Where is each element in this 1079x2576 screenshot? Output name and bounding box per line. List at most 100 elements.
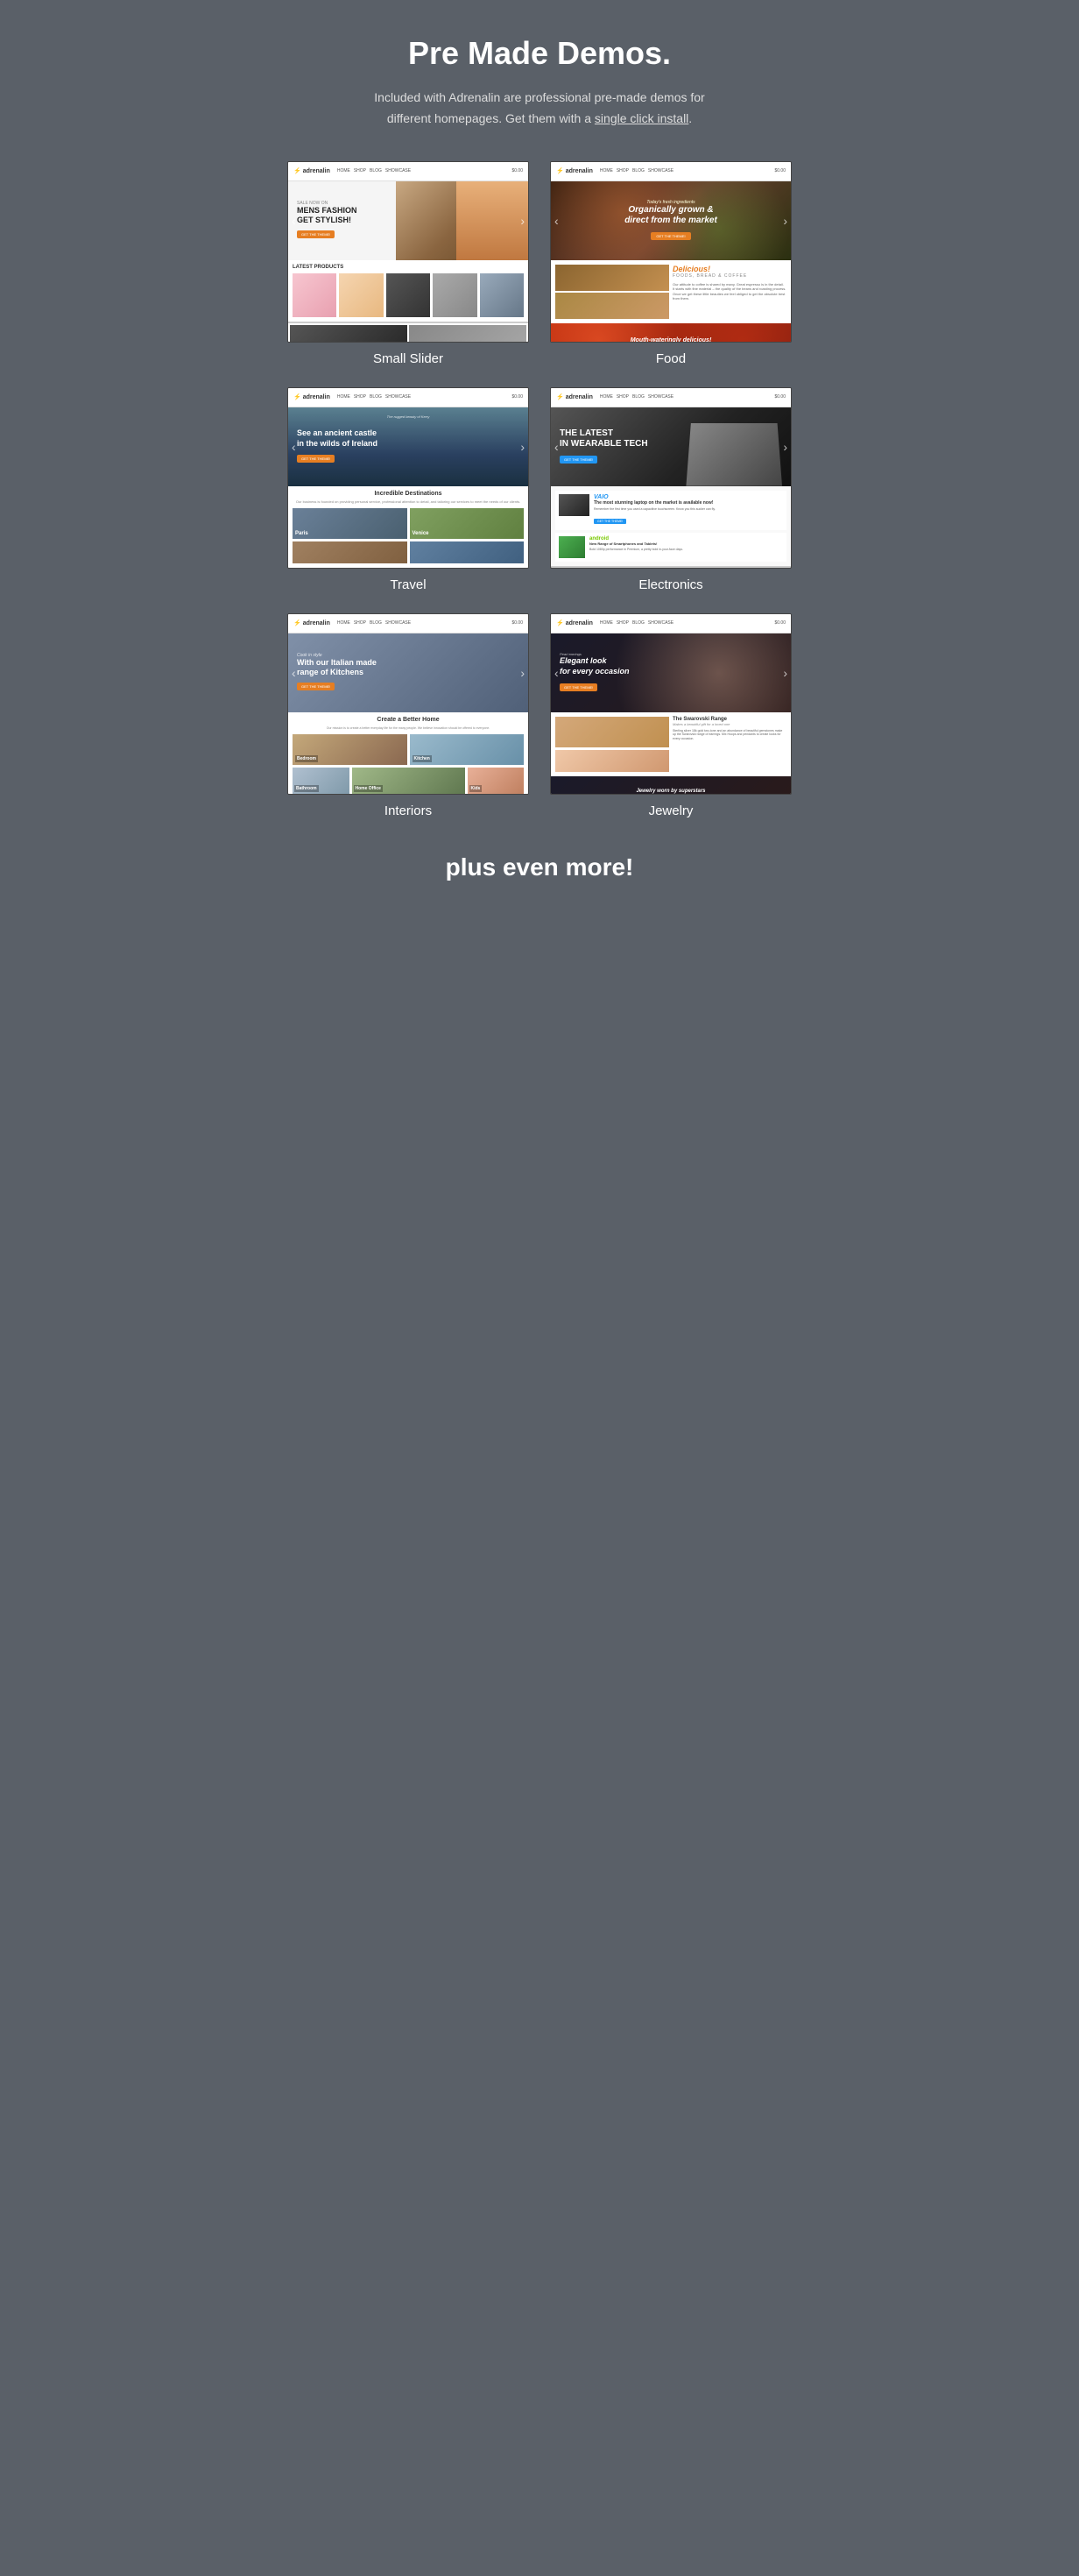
interiors-hero-text: Cook in style With our Italian maderange…	[297, 653, 377, 693]
travel-dest-item1[interactable]	[293, 541, 407, 563]
travel-destinations: Incredible Destinations Our business is …	[288, 486, 528, 568]
demos-grid: ⚡ adrenalin HOME SHOP BLOG SHOWCASE $0.0…	[287, 161, 792, 818]
food-middle: Delicious! FOODS, BREAD & COFFEE Our att…	[551, 260, 791, 323]
demo-screenshot-small-slider[interactable]: ⚡ adrenalin HOME SHOP BLOG SHOWCASE $0.0…	[287, 161, 529, 343]
food-hero-btn[interactable]: GET THE THEME!	[651, 232, 690, 240]
food-hero: Today's fresh ingredients Organically gr…	[551, 181, 791, 260]
travel-nav: ⚡ adrenalin HOME SHOP BLOG SHOWCASE $0.0…	[288, 388, 528, 407]
demo-item-jewelry: ⚡ adrenalin HOME SHOP BLOG SHOWCASE $0.0…	[550, 613, 792, 818]
int-bathroom[interactable]: Bathroom	[293, 768, 349, 794]
ss-hero: SALE NOW ON MENS FASHIONGET STYLISH! GET…	[288, 181, 528, 260]
demo-item-travel: ⚡ adrenalin HOME SHOP BLOG SHOWCASE $0.0…	[287, 387, 529, 592]
int-kitchen[interactable]: Kitchen	[410, 734, 525, 765]
ss-hero-accent	[456, 181, 528, 260]
demo-label-electronics: Electronics	[638, 577, 702, 592]
elec-android-text: android New Range of Smartphones and Tab…	[589, 536, 683, 552]
ss-arrow-right[interactable]: ›	[520, 214, 525, 228]
demo-label-travel: Travel	[390, 577, 426, 592]
ss-product-2[interactable]	[339, 273, 383, 317]
elec-hero: THE LATESTIN WEARABLE TECH GET THE THEME…	[551, 407, 791, 486]
single-click-link[interactable]: single click install	[595, 111, 688, 125]
page-wrapper: Pre Made Demos. Included with Adrenalin …	[270, 0, 809, 934]
jewelry-content: The Swarovski Range Makes a beautiful gi…	[551, 712, 791, 776]
travel-nav-logo: ⚡ adrenalin	[293, 393, 330, 400]
jewelry-hero-btn[interactable]: GET THE THEME!	[560, 683, 597, 691]
demo-item-electronics: ⚡ adrenalin HOME SHOP BLOG SHOWCASE $0.0…	[550, 387, 792, 592]
food-arrow-left[interactable]: ‹	[554, 214, 559, 228]
demo-screenshot-electronics[interactable]: ⚡ adrenalin HOME SHOP BLOG SHOWCASE $0.0…	[550, 387, 792, 569]
page-title: Pre Made Demos.	[408, 35, 671, 72]
elec-hero-text: THE LATESTIN WEARABLE TECH GET THE THEME…	[560, 428, 648, 465]
travel-hero: The rugged beauty of Kerry See an ancien…	[288, 407, 528, 486]
jwl-arrow-left[interactable]: ‹	[554, 666, 559, 680]
ss-bottom-banners: Men's Fashion Women's Clothing	[288, 323, 528, 343]
demo-screenshot-travel[interactable]: ⚡ adrenalin HOME SHOP BLOG SHOWCASE $0.0…	[287, 387, 529, 569]
jewelry-img1	[555, 717, 669, 747]
demo-item-small-slider: ⚡ adrenalin HOME SHOP BLOG SHOWCASE $0.0…	[287, 161, 529, 366]
demo-nav: ⚡ adrenalin HOME SHOP BLOG SHOWCASE $0.0…	[288, 162, 528, 181]
elec-android-img	[559, 536, 585, 558]
int-home-office[interactable]: Home Office	[352, 768, 465, 794]
ss-product-grid	[293, 273, 524, 317]
jewelry-hero-text: Pearl earrings Elegant lookfor every occ…	[560, 652, 630, 692]
travel-dest-paris[interactable]: Paris	[293, 508, 407, 539]
ss-product-1[interactable]	[293, 273, 336, 317]
travel-arrow-right[interactable]: ›	[520, 440, 525, 454]
demo-screenshot-food[interactable]: ⚡ adrenalin HOME SHOP BLOG SHOWCASE $0.0…	[550, 161, 792, 343]
interiors-hero-btn[interactable]: GET THE THEME!	[297, 683, 335, 690]
page-description: Included with Adrenalin are professional…	[356, 88, 723, 130]
demo-item-food: ⚡ adrenalin HOME SHOP BLOG SHOWCASE $0.0…	[550, 161, 792, 366]
ss-banner-men[interactable]: Men's Fashion	[290, 325, 407, 343]
food-bottom-text: Mouth-wateringly delicious!	[631, 337, 712, 343]
food-nav: ⚡ adrenalin HOME SHOP BLOG SHOWCASE $0.0…	[551, 162, 791, 181]
elec-vaio-img	[559, 494, 589, 516]
elec-nav-logo: ⚡ adrenalin	[556, 393, 593, 400]
int-arrow-left[interactable]: ‹	[292, 666, 296, 680]
demo-label-jewelry: Jewelry	[649, 803, 694, 818]
int-nav: ⚡ adrenalin HOME SHOP BLOG SHOWCASE $0.0…	[288, 614, 528, 633]
travel-dest-row2	[293, 541, 524, 563]
jwl-nav: ⚡ adrenalin HOME SHOP BLOG SHOWCASE $0.0…	[551, 614, 791, 633]
travel-hero-caption: The rugged beauty of Kerry	[387, 414, 430, 419]
jewelry-left-images	[555, 717, 669, 772]
interiors-hero: Cook in style With our Italian maderange…	[288, 633, 528, 712]
jewelry-bottom-banner: Jewelry worn by superstars	[551, 776, 791, 795]
travel-dest-venice[interactable]: Venice	[410, 508, 525, 539]
food-arrow-right[interactable]: ›	[783, 214, 787, 228]
travel-dest-item2[interactable]	[410, 541, 525, 563]
travel-hero-btn[interactable]: GET THE THEME!	[297, 455, 335, 463]
ss-banner-women[interactable]: Women's Clothing	[409, 325, 526, 343]
food-bottom-banner: Mouth-wateringly delicious!	[551, 323, 791, 343]
jwl-nav-logo: ⚡ adrenalin	[556, 619, 593, 626]
ss-product-3[interactable]	[386, 273, 430, 317]
food-nav-logo: ⚡ adrenalin	[556, 167, 593, 174]
travel-hero-text: See an ancient castlein the wilds of Ire…	[297, 428, 377, 464]
int-kids[interactable]: Kids	[468, 768, 525, 794]
jwl-arrow-right[interactable]: ›	[783, 666, 787, 680]
int-arrow-right[interactable]: ›	[520, 666, 525, 680]
ss-product-4[interactable]	[433, 273, 476, 317]
int-nav-logo: ⚡ adrenalin	[293, 619, 330, 626]
demo-screenshot-jewelry[interactable]: ⚡ adrenalin HOME SHOP BLOG SHOWCASE $0.0…	[550, 613, 792, 795]
ss-product-5[interactable]	[480, 273, 524, 317]
interiors-content: Create a Better Home Our mission is to c…	[288, 712, 528, 795]
interiors-grid: Bedroom Kitchen	[293, 734, 524, 765]
nav-links: HOME SHOP BLOG SHOWCASE	[337, 168, 411, 173]
travel-dest-grid: Paris Venice	[293, 508, 524, 539]
elec-arrow-left[interactable]: ‹	[554, 440, 559, 454]
int-bedroom[interactable]: Bedroom	[293, 734, 407, 765]
elec-hero-img	[686, 423, 782, 486]
ss-hero-btn[interactable]: GET THE THEME!	[297, 230, 335, 238]
elec-arrow-right[interactable]: ›	[783, 440, 787, 454]
food-right-text: Delicious! FOODS, BREAD & COFFEE Our att…	[673, 265, 786, 319]
ss-products: LATEST PRODUCTS	[288, 260, 528, 322]
elec-hero-btn[interactable]: GET THE THEME!	[560, 456, 597, 464]
vaio-btn[interactable]: GET THE THEME!	[594, 519, 626, 524]
food-hero-text: Today's fresh ingredients Organically gr…	[624, 200, 717, 242]
travel-arrow-left[interactable]: ‹	[292, 440, 296, 454]
elec-android: android New Range of Smartphones and Tab…	[555, 533, 786, 562]
demo-label-interiors: Interiors	[384, 803, 432, 818]
ss-arrow-left[interactable]: ‹	[292, 214, 296, 228]
demo-screenshot-interiors[interactable]: ⚡ adrenalin HOME SHOP BLOG SHOWCASE $0.0…	[287, 613, 529, 795]
elec-products: VAIO The most stunning laptop on the mar…	[551, 486, 791, 567]
